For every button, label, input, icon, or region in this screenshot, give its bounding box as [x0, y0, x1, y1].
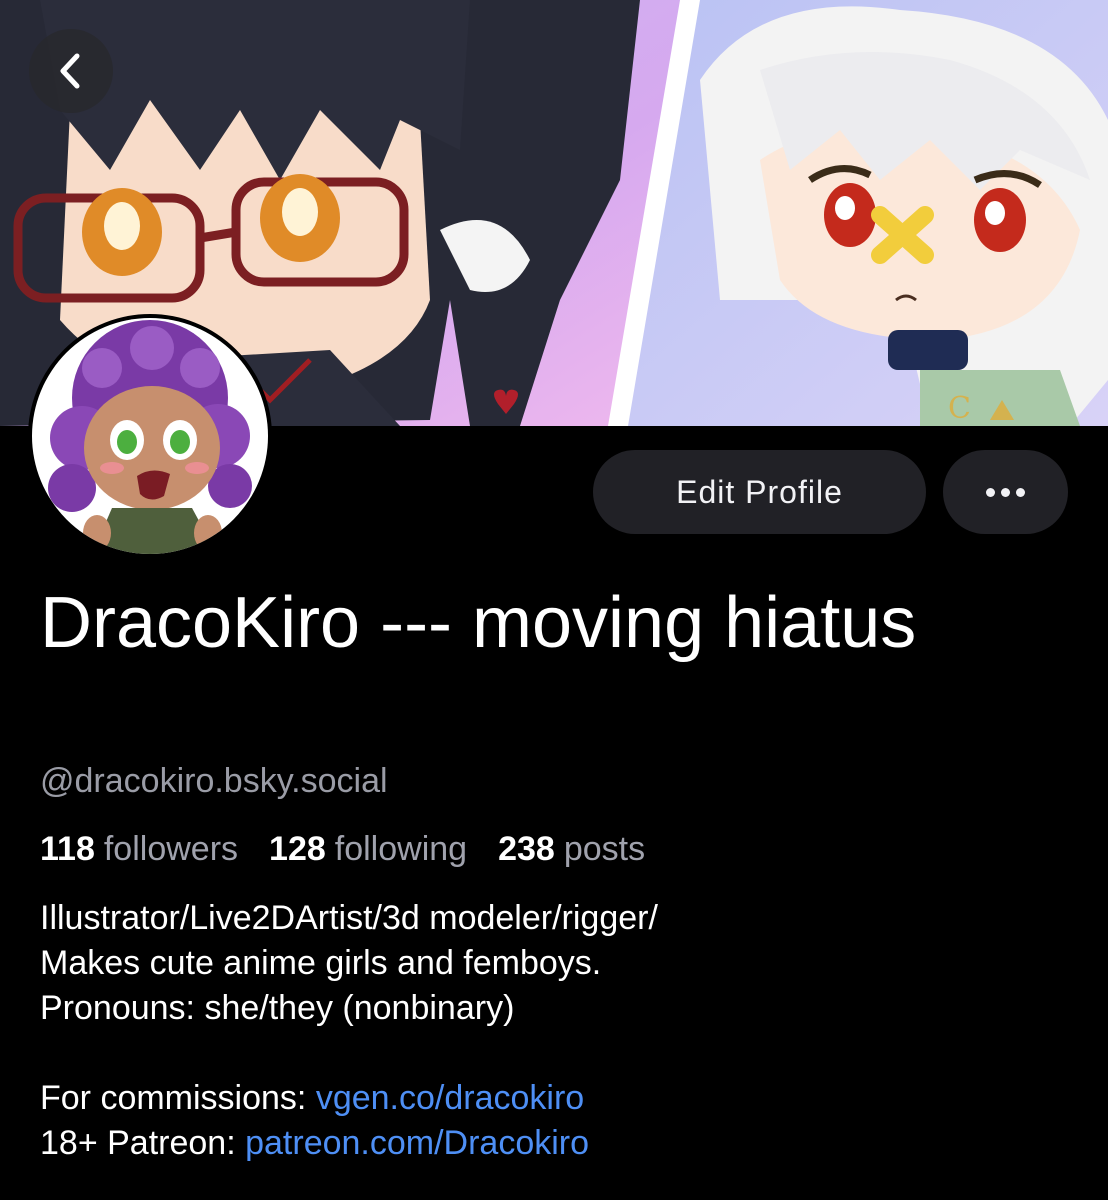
bio-line: Makes cute anime girls and femboys.	[40, 944, 602, 982]
bio-line: Illustrator/Live2DArtist/3d modeler/rigg…	[40, 899, 658, 937]
more-options-button[interactable]	[943, 450, 1068, 534]
patreon-label: 18+ Patreon:	[40, 1124, 246, 1162]
posts-stat: 238 posts	[498, 830, 645, 869]
edit-profile-label: Edit Profile	[676, 473, 843, 510]
posts-label: posts	[563, 830, 646, 868]
bio-line: Pronouns: she/they (nonbinary)	[40, 989, 515, 1027]
profile-stats: 118 followers 128 following 238 posts	[40, 830, 676, 869]
posts-count: 238	[498, 830, 555, 868]
patreon-link[interactable]: patreon.com/Dracokiro	[245, 1124, 589, 1162]
profile-bio: Illustrator/Live2DArtist/3d modeler/rigg…	[40, 896, 1080, 1166]
following-count: 128	[269, 830, 326, 868]
profile-handle: @dracokiro.bsky.social	[40, 762, 388, 800]
following-label: following	[334, 830, 468, 868]
avatar-artwork	[32, 318, 268, 554]
commissions-link[interactable]: vgen.co/dracokiro	[316, 1079, 584, 1117]
followers-stat[interactable]: 118 followers	[40, 830, 238, 869]
chevron-left-icon	[60, 53, 80, 89]
commissions-label: For commissions:	[40, 1079, 316, 1117]
avatar[interactable]	[28, 314, 272, 558]
bio-commissions-line: For commissions: vgen.co/dracokiro	[40, 1076, 1080, 1121]
followers-label: followers	[103, 830, 239, 868]
svg-text:C: C	[948, 391, 971, 426]
ellipsis-icon	[986, 487, 1025, 497]
bio-spacer	[40, 1031, 1080, 1076]
following-stat[interactable]: 128 following	[269, 830, 467, 869]
display-name: DracoKiro --- moving hiatus	[40, 583, 917, 663]
followers-count: 118	[40, 830, 95, 868]
edit-profile-button[interactable]: Edit Profile	[593, 450, 926, 534]
bio-patreon-line: 18+ Patreon: patreon.com/Dracokiro	[40, 1121, 1080, 1166]
back-button[interactable]	[29, 29, 113, 113]
